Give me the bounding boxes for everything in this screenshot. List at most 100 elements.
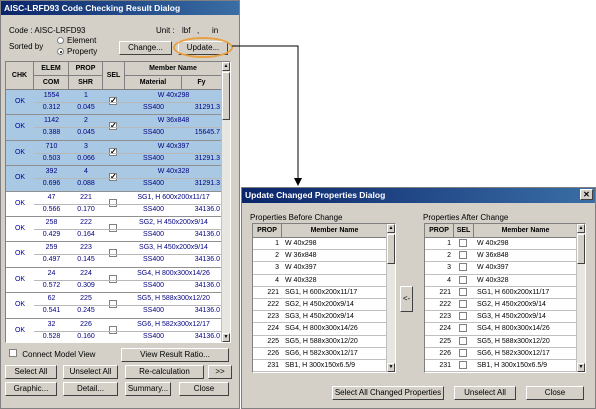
after-scroll-down-arrow[interactable]: ▼ [577, 363, 585, 372]
before-row[interactable]: 3 W 40x397 [253, 262, 388, 275]
after-row[interactable]: 231 SB1, H 300x150x6.5/9 [425, 360, 578, 372]
row-sel-checkbox[interactable]: ✓ [109, 122, 117, 131]
row-sel-checkbox[interactable]: ✓ [109, 173, 117, 182]
header-fy[interactable]: Fy [182, 76, 222, 90]
before-scroll-thumb[interactable] [387, 234, 395, 264]
before-row[interactable]: 224 SG4, H 800x300x14/26 [253, 323, 388, 336]
header-shr[interactable]: SHR [69, 76, 103, 90]
header-chk[interactable]: CHK [6, 62, 34, 90]
table-row[interactable]: OK 259 0.497 223 0.145 SG3, H 450x200x9/14 SS4… [6, 242, 222, 268]
after-row[interactable]: 223 SG3, H 450x200x9/14 [425, 311, 578, 324]
unselect-all-button[interactable]: Unselect All [63, 365, 118, 379]
after-row[interactable]: 226 SG6, H 582x300x12/17 [425, 348, 578, 360]
table-row[interactable]: OK 24 0.572 224 0.309 SG4, H 800x300x14/26 SS4… [6, 267, 222, 294]
view-result-ratio-button[interactable]: View Result Ratio... [121, 348, 229, 362]
header-material[interactable]: Material [125, 76, 182, 90]
after-header-sel[interactable]: SEL [454, 224, 474, 238]
table-row[interactable]: OK 32 0.528 226 0.160 SG6, H 582x300x12/17 SS4… [6, 318, 222, 342]
row-sel-checkbox[interactable]: ✓ [109, 147, 117, 156]
radio-property[interactable]: Property [57, 47, 97, 56]
table-row[interactable]: OK 1554 0.312 1 0.045 ✓ W 40x298 SS400 31291.3 [6, 90, 222, 116]
after-row-sel-checkbox[interactable] [459, 348, 467, 361]
after-row[interactable]: 222 SG2, H 450x200x9/14 [425, 299, 578, 312]
before-row[interactable]: 221 SG1, H 600x200x11/17 [253, 287, 388, 299]
after-row-sel-checkbox[interactable] [459, 275, 467, 288]
after-row[interactable]: 2 W 36x848 [425, 250, 578, 263]
header-elem[interactable]: ELEM [34, 62, 69, 76]
connect-model-view-checkbox[interactable] [9, 349, 17, 357]
header-member-name[interactable]: Member Name [125, 62, 222, 76]
after-scroll-up-arrow[interactable]: ▲ [577, 224, 585, 233]
re-calculation-button[interactable]: Re-calculation [125, 365, 204, 379]
detail-button[interactable]: Detail... [63, 382, 118, 396]
after-row-sel-checkbox[interactable] [459, 336, 467, 349]
before-scrollbar[interactable]: ▲ ▼ [386, 224, 395, 372]
before-row[interactable]: 2 W 36x848 [253, 250, 388, 263]
before-header-prop[interactable]: PROP [253, 224, 282, 238]
transfer-button[interactable]: <- [400, 286, 413, 312]
right-unselect-all-button[interactable]: Unselect All [454, 386, 516, 400]
before-row[interactable]: 4 W 40x328 [253, 275, 388, 287]
checkbox-box [459, 348, 467, 357]
table-row[interactable]: OK 258 0.429 222 0.164 SG2, H 450x200x9/14 SS4… [6, 217, 222, 243]
after-row[interactable]: 224 SG4, H 800x300x14/26 [425, 323, 578, 336]
radio-property-dot [57, 48, 64, 56]
scroll-up-arrow[interactable]: ▲ [222, 62, 230, 71]
before-scroll-down-arrow[interactable]: ▼ [387, 363, 395, 372]
header-prop[interactable]: PROP [69, 62, 103, 76]
after-row-sel-checkbox[interactable] [459, 239, 467, 251]
after-row-sel-checkbox[interactable] [459, 263, 467, 275]
more-button[interactable]: >> [208, 365, 232, 379]
after-scrollbar[interactable]: ▲ ▼ [576, 224, 585, 372]
before-header-member-name[interactable]: Member Name [282, 224, 388, 238]
table-row[interactable]: OK 62 0.541 225 0.245 SG5, H 588x300x12/20 SS4… [6, 293, 222, 319]
connect-model-view[interactable]: Connect Model View [9, 349, 95, 359]
before-row[interactable]: 1 W 40x298 [253, 238, 388, 251]
code-checking-titlebar[interactable]: AISC-LRFD93 Code Checking Result Dialog [1, 1, 239, 15]
after-row-sel-checkbox[interactable] [459, 312, 467, 324]
before-row[interactable]: 222 SG2, H 450x200x9/14 [253, 299, 388, 312]
update-properties-titlebar[interactable]: Update Changed Properties Dialog ✕ [242, 188, 595, 203]
close-button[interactable]: Close [179, 382, 229, 396]
before-scroll-up-arrow[interactable]: ▲ [387, 224, 395, 233]
header-sel[interactable]: SEL [103, 62, 125, 90]
table-row[interactable]: OK 710 0.503 3 0.066 ✓ W 40x397 SS400 31291.3 [6, 140, 222, 167]
row-elem: 259 [45, 244, 58, 252]
before-row[interactable]: 225 SG5, H 588x300x12/20 [253, 336, 388, 348]
select-all-changed-button[interactable]: Select All Changed Properties [332, 386, 444, 400]
after-row[interactable]: 4 W 40x328 [425, 275, 578, 287]
header-com[interactable]: COM [34, 76, 69, 90]
right-close-button[interactable]: Close [526, 386, 584, 400]
close-icon[interactable]: ✕ [580, 189, 593, 200]
summary-button[interactable]: Summary... [125, 382, 171, 396]
after-row-sel-checkbox[interactable] [459, 251, 467, 263]
after-row-sel-checkbox[interactable] [459, 361, 467, 372]
row-chk: OK [14, 199, 26, 207]
before-row[interactable]: 223 SG3, H 450x200x9/14 [253, 311, 388, 324]
radio-element[interactable]: Element [57, 36, 96, 45]
table-row[interactable]: OK 392 0.696 4 0.088 ✓ W 40x328 SS400 31291.3 [6, 166, 222, 192]
before-row[interactable]: 231 SB1, H 300x150x6.5/9 [253, 360, 388, 372]
after-row-sel-checkbox[interactable] [459, 324, 467, 336]
after-header-prop[interactable]: PROP [425, 224, 454, 238]
before-row-prop: 223 [267, 313, 279, 321]
row-sel-checkbox[interactable]: ✓ [109, 97, 117, 105]
after-row-sel-checkbox[interactable] [459, 300, 467, 312]
select-all-button[interactable]: Select All [5, 365, 57, 379]
after-header-member-name[interactable]: Member Name [474, 224, 578, 238]
after-row[interactable]: 225 SG5, H 588x300x12/20 [425, 336, 578, 348]
table-row[interactable]: OK 47 0.566 221 0.170 SG1, H 600x200x11/17 SS4… [6, 191, 222, 217]
after-row[interactable]: 1 W 40x298 [425, 238, 578, 251]
graphic-button[interactable]: Graphic... [5, 382, 57, 396]
table-row[interactable]: OK 1142 0.388 2 0.045 ✓ W 36x848 SS400 15645.7 [6, 115, 222, 141]
row-prop: 221 [80, 193, 92, 201]
after-scroll-thumb[interactable] [577, 234, 585, 264]
after-row-sel-checkbox[interactable] [459, 287, 467, 300]
table-scrollbar[interactable]: ▲ ▼ [221, 62, 230, 342]
before-row[interactable]: 226 SG6, H 582x300x12/17 [253, 348, 388, 360]
scroll-down-arrow[interactable]: ▼ [222, 333, 230, 342]
change-button[interactable]: Change... [119, 41, 172, 55]
scroll-thumb[interactable] [222, 72, 230, 120]
after-row[interactable]: 3 W 40x397 [425, 262, 578, 275]
after-row[interactable]: 221 SG1, H 600x200x11/17 [425, 287, 578, 299]
